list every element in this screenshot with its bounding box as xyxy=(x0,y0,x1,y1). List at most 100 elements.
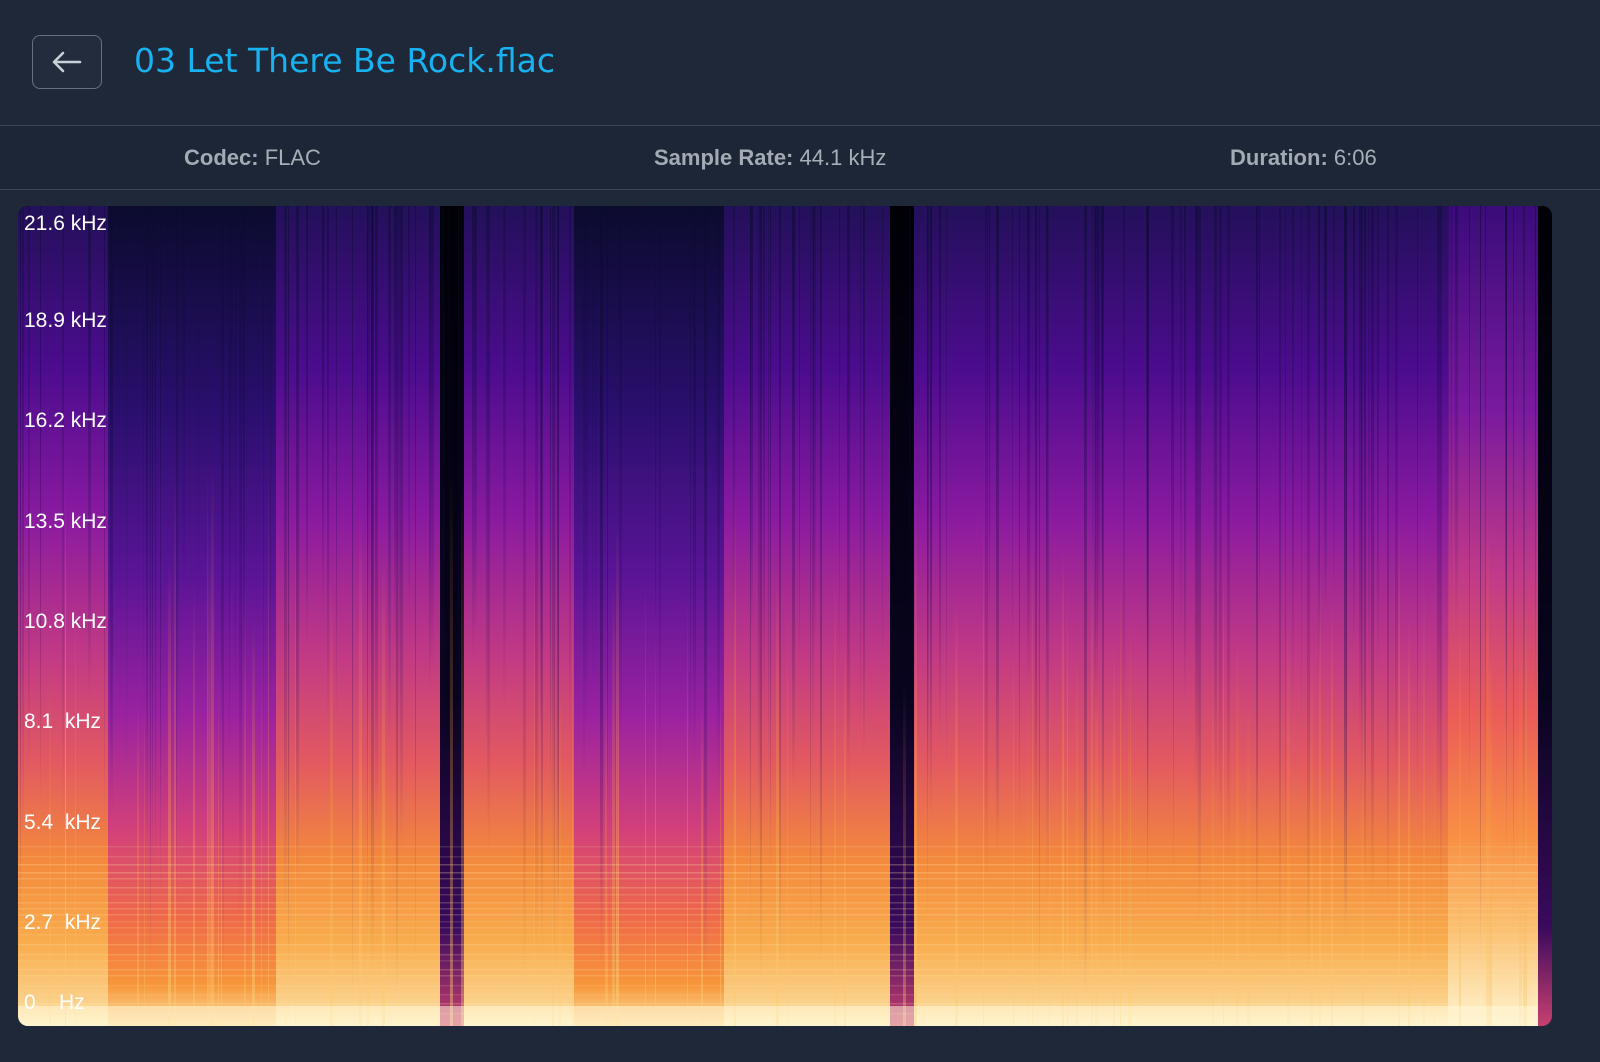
spectrogram-streak xyxy=(229,206,230,775)
spectrogram-streak xyxy=(1171,206,1173,696)
spectrogram-streak xyxy=(779,206,781,970)
sample-rate-label: Sample Rate: xyxy=(654,145,794,170)
spectrogram-streak xyxy=(1423,566,1425,1026)
spectrogram-streak xyxy=(720,683,721,1026)
spectrogram-streak xyxy=(1535,206,1536,697)
spectrogram-streak xyxy=(1146,206,1149,665)
spectrogram-streak xyxy=(839,206,840,669)
spectrogram-streak xyxy=(270,206,271,717)
spectrogram-streak xyxy=(996,206,999,858)
spectrogram-streak xyxy=(1398,519,1400,1026)
spectrogram-streak xyxy=(619,206,622,744)
spectrogram-streak xyxy=(863,206,865,763)
spectrogram-streak xyxy=(327,206,329,731)
codec-value: FLAC xyxy=(264,145,321,170)
spectrogram-streak xyxy=(552,659,554,1026)
spectrogram-streak xyxy=(787,603,788,1026)
spectrogram-streak xyxy=(486,206,487,756)
spectrogram-streak xyxy=(152,206,153,875)
spectrogram-streak xyxy=(655,582,656,1026)
spectrogram-streak xyxy=(1013,634,1014,1026)
spectrogram-streak xyxy=(523,206,526,980)
spectrogram-streak xyxy=(330,580,333,1026)
spectrogram-streak xyxy=(557,206,559,907)
spectrogram-streak xyxy=(595,206,596,702)
spectrogram-streak xyxy=(550,206,551,812)
spectrogram-band xyxy=(18,878,1538,880)
spectrogram-streak xyxy=(1195,206,1198,798)
spectrogram-streak xyxy=(1523,206,1525,877)
spectrogram-streak xyxy=(143,206,144,728)
spectrogram-streak xyxy=(1019,206,1020,838)
spectrogram-streak xyxy=(1120,575,1121,1026)
spectrogram-streak xyxy=(160,206,161,905)
file-title: 03 Let There Be Rock.flac xyxy=(134,41,555,80)
spectrogram-streak xyxy=(1279,206,1281,964)
spectrogram-streak xyxy=(371,206,374,970)
frequency-tick-label: 2.7 kHz xyxy=(24,911,102,934)
spectrogram-segment xyxy=(1538,206,1552,1026)
spectrogram-streak xyxy=(144,698,145,1026)
spectrogram-band xyxy=(18,934,1538,936)
spectrogram-band xyxy=(18,846,1538,848)
spectrogram-streak xyxy=(1371,206,1374,902)
spectrogram-band xyxy=(18,975,1538,977)
spectrogram-streak xyxy=(1489,642,1492,1026)
spectrogram-streak xyxy=(882,206,883,687)
spectrogram-streak xyxy=(1180,206,1182,637)
spectrogram-streak xyxy=(208,522,211,1026)
spectrogram-streak xyxy=(322,206,324,615)
spectrogram-streak xyxy=(763,206,765,704)
spectrogram-streak xyxy=(770,206,771,889)
spectrogram-streak xyxy=(1236,629,1239,1026)
spectrogram-streak xyxy=(65,456,66,1026)
spectrogram-streak xyxy=(429,206,431,697)
spectrogram-streak xyxy=(1451,206,1452,639)
spectrogram-streak xyxy=(1387,206,1389,912)
spectrogram-streak xyxy=(645,571,646,1026)
sample-rate-value: 44.1 kHz xyxy=(799,145,887,170)
spectrogram-streak xyxy=(394,206,396,656)
frequency-tick-label: 16.2 kHz xyxy=(24,409,107,432)
back-button[interactable] xyxy=(32,35,102,89)
spectrogram-streak xyxy=(1198,206,1201,928)
spectrogram-streak xyxy=(820,206,822,966)
spectrogram-streak xyxy=(1361,684,1364,1026)
spectrogram-streak xyxy=(221,658,222,1026)
spectrogram-streak xyxy=(983,514,984,1026)
spectrogram-streak xyxy=(359,506,362,1026)
spectrogram-streak xyxy=(1344,206,1346,939)
spectrogram-streak xyxy=(607,206,608,976)
spectrogram-streak xyxy=(183,206,185,610)
spectrogram-streak xyxy=(1285,206,1286,918)
frequency-tick-label: 5.4 kHz xyxy=(24,811,102,834)
spectrogram-streak xyxy=(1469,206,1470,805)
spectrogram-streak xyxy=(612,581,615,1026)
spectrogram-streak xyxy=(150,206,151,975)
spectrogram xyxy=(18,206,1552,1026)
spectrogram-band xyxy=(18,960,1538,962)
spectrogram-streak xyxy=(367,206,368,959)
spectrogram-streak xyxy=(704,206,707,979)
spectrogram-streak xyxy=(388,206,391,747)
spectrogram-band xyxy=(18,894,1538,896)
spectrogram-streak xyxy=(1113,637,1115,1026)
spectrogram-streak xyxy=(600,206,603,970)
spectrogram-streak xyxy=(733,206,735,656)
spectrogram-streak xyxy=(1094,206,1096,716)
spectrogram-streak xyxy=(1184,206,1186,710)
duration-info: Duration: 6:06 xyxy=(1230,126,1377,189)
spectrogram-streak xyxy=(585,206,588,746)
spectrogram-streak xyxy=(1364,206,1366,888)
spectrogram-streak xyxy=(1062,545,1064,1026)
spectrogram-streak xyxy=(1324,206,1327,615)
spectrogram-streak xyxy=(252,621,255,1026)
header-bar: 03 Let There Be Rock.flac xyxy=(0,0,1600,126)
arrow-left-icon xyxy=(51,51,83,73)
spectrogram-streak xyxy=(1359,206,1362,754)
spectrogram-streak xyxy=(1525,601,1527,1026)
spectrogram-streak xyxy=(760,206,762,984)
spectrogram-streak xyxy=(396,206,398,1000)
spectrogram-streak xyxy=(1353,206,1355,647)
spectrogram-streak xyxy=(554,206,555,975)
